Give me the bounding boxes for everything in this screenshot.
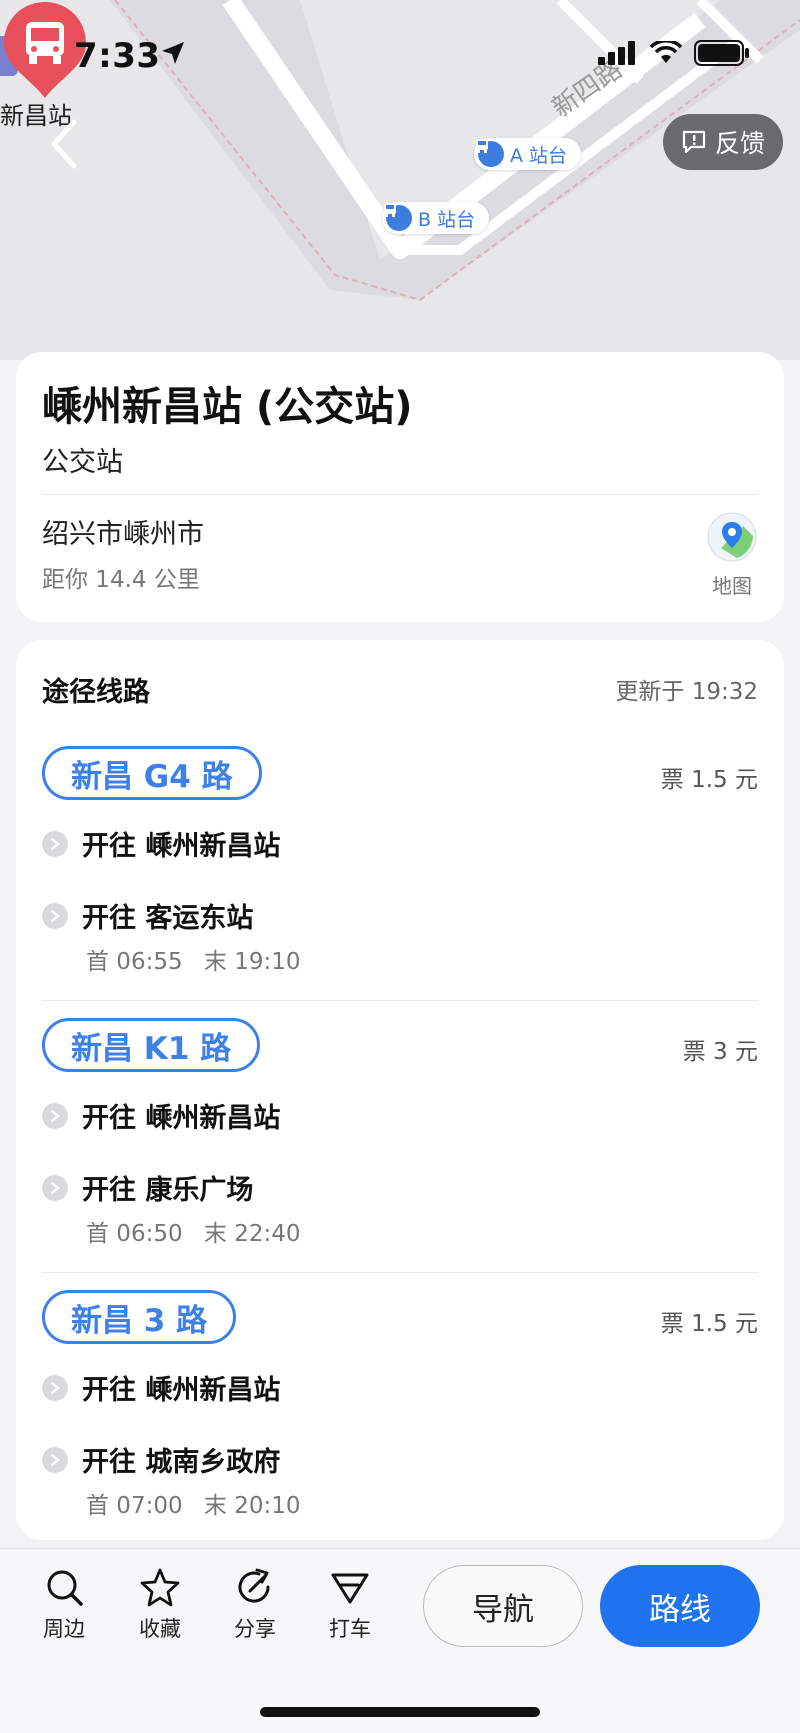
chevron-right-circle-icon <box>42 1102 68 1129</box>
taxi-icon <box>331 1573 369 1604</box>
share-label: 分享 <box>234 1617 276 1641</box>
last-bus-time: 末 22:40 <box>203 1221 301 1247</box>
updated-time: 更新于 19:32 <box>615 679 758 705</box>
direction-text: 开往 嵊州新昌站 <box>82 831 281 862</box>
share-button[interactable]: 分享 <box>215 1567 295 1643</box>
direction-text: 开往 客运东站 <box>82 903 254 934</box>
taxi-button[interactable]: 打车 <box>310 1567 390 1643</box>
nearby-label: 周边 <box>43 1617 85 1641</box>
route-direction[interactable]: 开往 城南乡政府 <box>42 1440 280 1479</box>
route-name-chip[interactable]: 新昌 K1 路 <box>42 1018 261 1072</box>
star-icon <box>140 1568 180 1607</box>
location-arrow-icon <box>162 42 184 64</box>
route-schedule: 首 06:55 末 19:10 <box>86 942 301 976</box>
favorite-button[interactable]: 收藏 <box>120 1567 200 1643</box>
share-icon <box>238 1568 270 1603</box>
last-bus-time: 末 19:10 <box>203 949 301 975</box>
map-button-label: 地图 <box>712 574 752 598</box>
bus-icon <box>476 139 504 167</box>
cellular-signal-icon <box>598 41 635 65</box>
routes-card: 途径线路 更新于 19:32 新昌 G4 路 票 1.5 元 开往 嵊州新昌站 … <box>16 640 784 1540</box>
wifi-icon <box>650 41 682 63</box>
route-direction[interactable]: 开往 康乐广场 <box>42 1168 253 1207</box>
platform-a-marker[interactable]: A 站台 <box>474 138 582 170</box>
navigate-button[interactable]: 导航 <box>423 1565 583 1647</box>
route-name-chip[interactable]: 新昌 G4 路 <box>42 746 262 800</box>
route-direction[interactable]: 开往 嵊州新昌站 <box>42 1096 280 1135</box>
stop-name: 嵊州新昌站 (公交站) <box>42 384 413 430</box>
feedback-button[interactable]: 反馈 <box>663 114 783 170</box>
route-schedule: 首 06:50 末 22:40 <box>86 1214 301 1248</box>
chevron-right-circle-icon <box>42 902 68 929</box>
route-fare: 票 3 元 <box>682 1039 758 1065</box>
last-bus-time: 末 20:10 <box>203 1493 301 1519</box>
route-fare: 票 1.5 元 <box>660 767 758 793</box>
status-time: 7:33 <box>74 36 161 76</box>
bus-icon <box>384 203 412 231</box>
divider <box>42 1272 758 1273</box>
route-button[interactable]: 路线 <box>600 1565 760 1647</box>
route-name-chip[interactable]: 新昌 3 路 <box>42 1290 237 1344</box>
home-indicator[interactable] <box>260 1707 540 1717</box>
route-fare: 票 1.5 元 <box>660 1311 758 1337</box>
first-bus-time: 首 07:00 <box>86 1493 183 1519</box>
feedback-icon <box>682 130 706 154</box>
direction-text: 开往 城南乡政府 <box>82 1447 281 1478</box>
chevron-right-circle-icon <box>42 1446 68 1473</box>
platform-a-label: A 站台 <box>510 144 568 167</box>
stop-city: 绍兴市嵊州市 <box>42 519 204 550</box>
platform-b-marker[interactable]: B 站台 <box>382 202 490 234</box>
divider <box>42 1000 758 1001</box>
feedback-label: 反馈 <box>714 129 765 158</box>
chevron-right-circle-icon <box>42 1174 68 1201</box>
route-direction[interactable]: 开往 嵊州新昌站 <box>42 824 280 863</box>
chevron-right-circle-icon <box>42 1374 68 1401</box>
taxi-label: 打车 <box>329 1617 371 1641</box>
chevron-left-icon <box>51 119 77 169</box>
routes-title: 途径线路 <box>42 677 150 708</box>
bottom-toolbar: 周边 收藏 分享 打车 导航 路线 <box>0 1548 800 1733</box>
search-icon <box>47 1570 83 1606</box>
battery-icon <box>694 40 749 66</box>
chevron-right-circle-icon <box>42 830 68 857</box>
direction-text: 开往 嵊州新昌站 <box>82 1375 281 1406</box>
map-button[interactable]: 地图 <box>702 512 762 599</box>
stop-distance: 距你 14.4 公里 <box>42 567 200 593</box>
route-direction[interactable]: 开往 嵊州新昌站 <box>42 1368 280 1407</box>
route-direction[interactable]: 开往 客运东站 <box>42 896 253 935</box>
nearby-button[interactable]: 周边 <box>24 1567 104 1643</box>
favorite-label: 收藏 <box>139 1617 181 1641</box>
first-bus-time: 首 06:55 <box>86 949 183 975</box>
back-button[interactable] <box>40 116 88 172</box>
stop-info-card: 嵊州新昌站 (公交站) 公交站 绍兴市嵊州市 距你 14.4 公里 地图 <box>16 352 784 622</box>
stop-type: 公交站 <box>42 447 123 478</box>
divider <box>42 494 758 495</box>
first-bus-time: 首 06:50 <box>86 1221 183 1247</box>
status-bar: 7:33 <box>0 30 800 80</box>
route-schedule: 首 07:00 末 20:10 <box>86 1486 301 1520</box>
platform-b-label: B 站台 <box>418 208 476 231</box>
map-icon <box>707 512 757 562</box>
direction-text: 开往 康乐广场 <box>82 1175 254 1206</box>
direction-text: 开往 嵊州新昌站 <box>82 1103 281 1134</box>
